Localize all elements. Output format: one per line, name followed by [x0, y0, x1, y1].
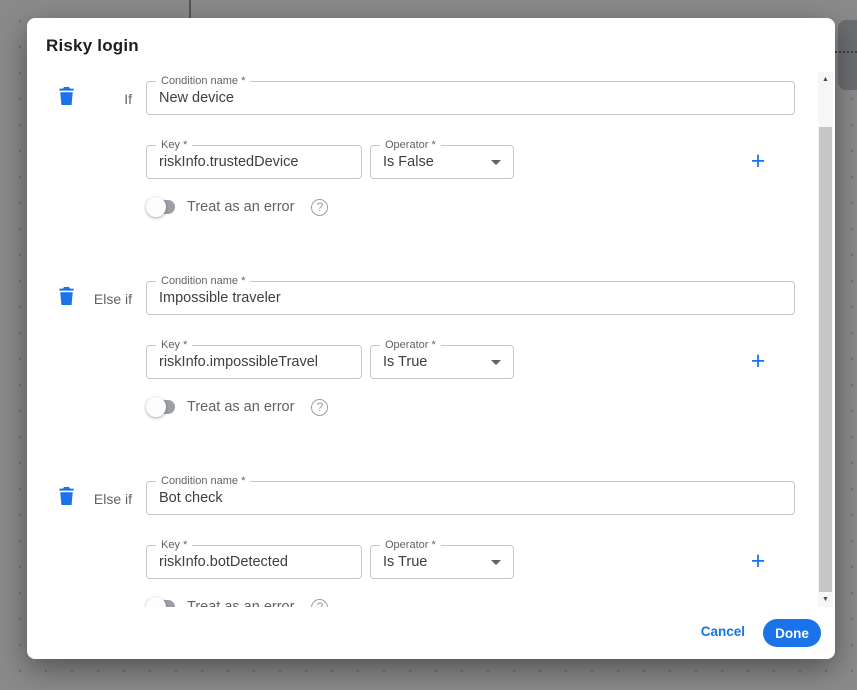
key-input[interactable]: Key * riskInfo.trustedDevice — [146, 145, 362, 179]
plus-icon: + — [751, 547, 766, 575]
background-connector-line — [189, 0, 191, 19]
toggle-knob — [146, 197, 166, 217]
treat-as-error-row: Treat as an error ? — [148, 597, 328, 607]
risky-login-dialog: Risky login If Condition name * New devi… — [27, 18, 835, 659]
scroll-down-icon: ▼ — [822, 596, 829, 603]
operator-value: Is True — [383, 546, 427, 578]
treat-as-error-row: Treat as an error ? — [148, 397, 328, 417]
operator-select[interactable]: Operator * Is True — [370, 345, 514, 379]
condition-connector-label: Else if — [47, 491, 132, 507]
treat-as-error-toggle[interactable] — [148, 400, 175, 414]
scrollbar-thumb[interactable] — [819, 127, 832, 592]
operator-select[interactable]: Operator * Is True — [370, 545, 514, 579]
toggle-knob — [146, 397, 166, 417]
operator-value: Is False — [383, 146, 434, 178]
help-icon[interactable]: ? — [311, 199, 328, 216]
treat-as-error-row: Treat as an error ? — [148, 197, 328, 217]
condition-name-value: New device — [159, 82, 234, 114]
key-input[interactable]: Key * riskInfo.impossibleTravel — [146, 345, 362, 379]
condition-row: If Condition name * New device Key * ris… — [27, 72, 818, 272]
treat-as-error-label: Treat as an error — [187, 399, 294, 415]
treat-as-error-toggle[interactable] — [148, 600, 175, 607]
condition-name-value: Impossible traveler — [159, 282, 281, 314]
condition-name-input[interactable]: Condition name * Bot check — [146, 481, 795, 515]
toggle-knob — [146, 597, 166, 607]
key-value: riskInfo.impossibleTravel — [159, 346, 318, 378]
add-filter-button[interactable]: + — [743, 546, 773, 576]
scrollbar-down-button[interactable]: ▼ — [818, 592, 833, 607]
treat-as-error-toggle[interactable] — [148, 200, 175, 214]
vertical-scrollbar[interactable]: ▲ ▼ — [818, 72, 833, 607]
plus-icon: + — [751, 347, 766, 375]
conditions-scroll-area: If Condition name * New device Key * ris… — [27, 72, 818, 607]
condition-row: Else if Condition name * Impossible trav… — [27, 272, 818, 472]
help-icon[interactable]: ? — [311, 599, 328, 608]
add-filter-button[interactable]: + — [743, 346, 773, 376]
plus-icon: + — [751, 147, 766, 175]
cancel-button[interactable]: Cancel — [701, 624, 745, 639]
operator-select[interactable]: Operator * Is False — [370, 145, 514, 179]
condition-name-input[interactable]: Condition name * Impossible traveler — [146, 281, 795, 315]
add-filter-button[interactable]: + — [743, 146, 773, 176]
treat-as-error-label: Treat as an error — [187, 199, 294, 215]
key-value: riskInfo.botDetected — [159, 546, 288, 578]
condition-name-input[interactable]: Condition name * New device — [146, 81, 795, 115]
treat-as-error-label: Treat as an error — [187, 599, 294, 607]
scrollbar-up-button[interactable]: ▲ — [818, 72, 833, 87]
chevron-down-icon — [491, 560, 501, 565]
done-button[interactable]: Done — [763, 619, 821, 647]
background-flow-node — [838, 20, 857, 90]
condition-connector-label: Else if — [47, 291, 132, 307]
condition-connector-label: If — [47, 91, 132, 107]
scroll-up-icon: ▲ — [822, 76, 829, 83]
key-value: riskInfo.trustedDevice — [159, 146, 298, 178]
background-dashed-line — [835, 51, 857, 53]
chevron-down-icon — [491, 360, 501, 365]
key-input[interactable]: Key * riskInfo.botDetected — [146, 545, 362, 579]
operator-value: Is True — [383, 346, 427, 378]
condition-name-value: Bot check — [159, 482, 223, 514]
help-icon[interactable]: ? — [311, 399, 328, 416]
chevron-down-icon — [491, 160, 501, 165]
condition-row: Else if Condition name * Bot check Key *… — [27, 472, 818, 607]
dialog-title: Risky login — [46, 37, 139, 54]
